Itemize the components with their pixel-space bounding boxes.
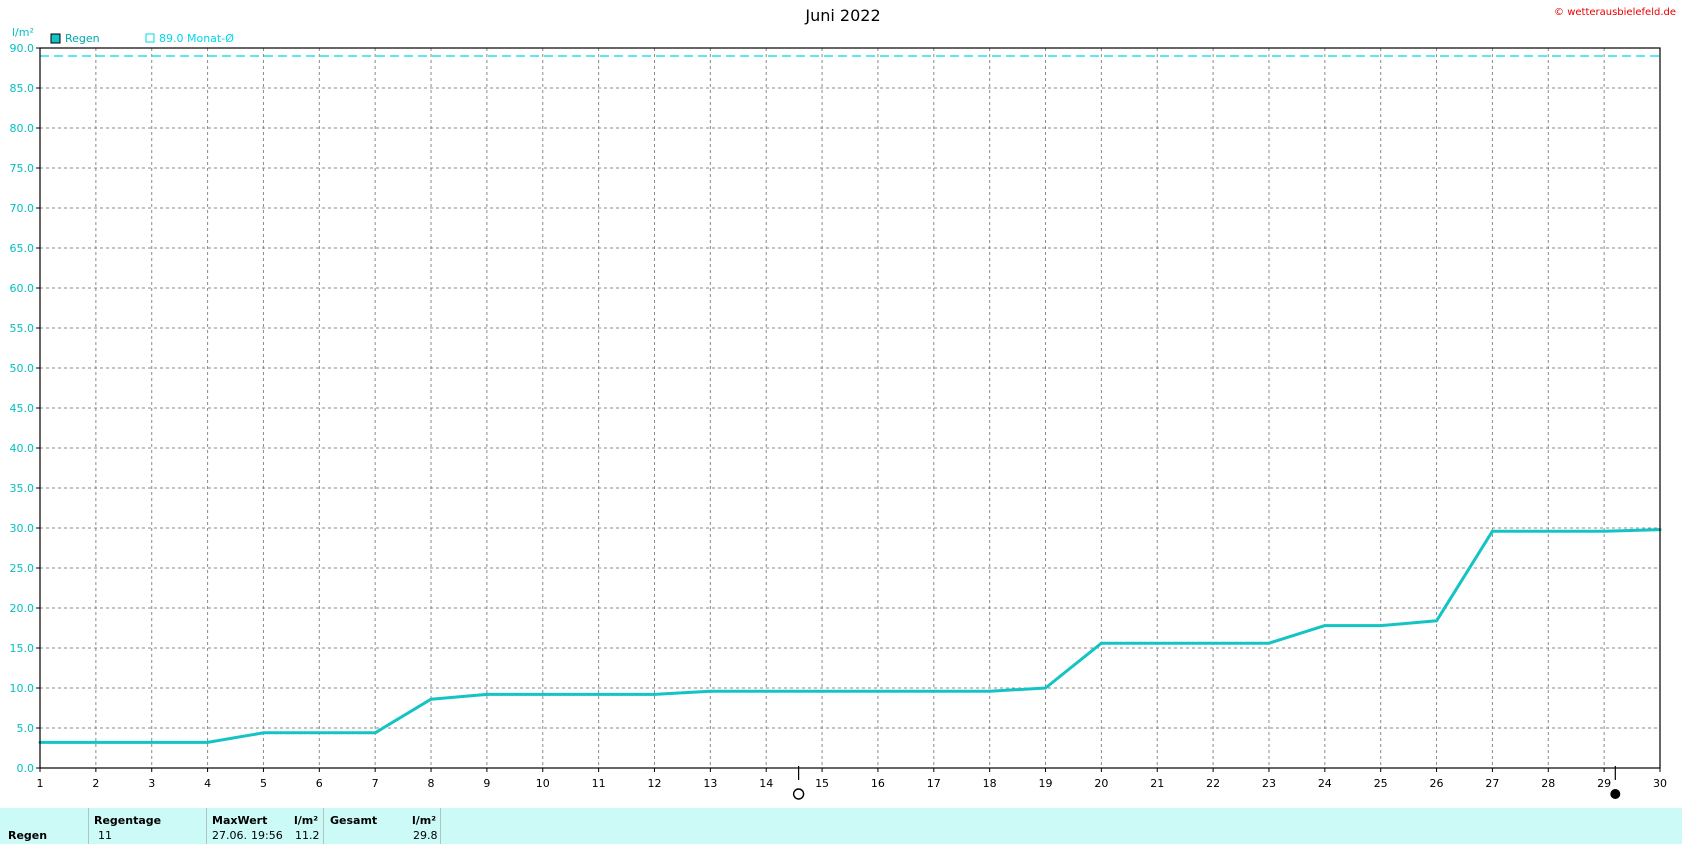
y-tick-label: 5.0: [17, 722, 35, 735]
y-tick-label: 20.0: [10, 602, 35, 615]
x-tick-label: 7: [372, 777, 379, 790]
x-tick-label: 27: [1485, 777, 1499, 790]
series-line-regen: [38, 528, 1662, 744]
x-tick-label: 26: [1430, 777, 1444, 790]
x-tick-label: 18: [983, 777, 997, 790]
x-tick-label: 1: [37, 777, 44, 790]
x-tick-label: 13: [703, 777, 717, 790]
y-tick-label: 75.0: [10, 162, 35, 175]
x-tick-label: 9: [483, 777, 490, 790]
full-moon-icon: [792, 788, 805, 800]
maxwert-time: 19:56: [251, 829, 283, 842]
x-tick-label: 6: [316, 777, 323, 790]
stats-separator: [323, 808, 324, 844]
y-axis-unit: l/m²: [12, 26, 34, 39]
gesamt-value: 29.8: [413, 829, 438, 842]
y-tick-label: 40.0: [10, 442, 35, 455]
maxwert-date: 27.06.: [212, 829, 247, 842]
data-point: [1323, 624, 1327, 627]
x-tick-label: 29: [1597, 777, 1611, 790]
x-tick-label: 12: [647, 777, 661, 790]
maxwert-unit: l/m²: [294, 814, 319, 827]
x-tick-label: 2: [92, 777, 99, 790]
legend-series-swatch: [50, 33, 61, 44]
y-tick-label: 10.0: [10, 682, 35, 695]
data-point: [1099, 641, 1103, 645]
regentage-header: Regentage: [94, 814, 162, 827]
data-point: [1379, 624, 1383, 627]
x-tick-label: 19: [1039, 777, 1053, 790]
x-tick-label: 5: [260, 777, 267, 790]
data-point: [373, 731, 377, 735]
x-tick-label: 30: [1653, 777, 1667, 790]
y-tick-label: 15.0: [10, 642, 35, 655]
x-tick-label: 3: [148, 777, 155, 790]
y-tick-label: 25.0: [10, 562, 35, 575]
data-point: [1267, 641, 1271, 645]
legend-average-swatch: [145, 33, 155, 43]
stats-panel: Regen Regentage 11 MaxWert l/m² 27.06. 1…: [0, 808, 1682, 844]
y-tick-label: 0.0: [17, 762, 35, 775]
data-point: [1435, 619, 1438, 623]
data-point: [485, 693, 489, 696]
y-tick-label: 60.0: [10, 282, 35, 295]
x-tick-label: 11: [592, 777, 606, 790]
chart-title: Juni 2022: [804, 6, 880, 25]
data-point: [206, 741, 209, 744]
y-tick-label: 65.0: [10, 242, 35, 255]
x-tick-label: 16: [871, 777, 885, 790]
x-ticks: 1 2 3 4 5 6 7 8 9 10 11 12 13 14 15 16 17 18 19 20 21 22 23 24 2…: [37, 768, 1667, 790]
data-point: [429, 697, 433, 701]
series-group: [38, 528, 1662, 744]
legend-average-label: 89.0 Monat-Ø: [159, 32, 234, 45]
y-tick-label: 85.0: [10, 82, 35, 95]
stats-separator: [206, 808, 207, 844]
new-moon-icon: [1610, 789, 1621, 799]
gesamt-header: Gesamt: [330, 814, 378, 827]
x-tick-label: 14: [759, 777, 773, 790]
x-tick-label: 15: [815, 777, 829, 790]
rain-chart: Juni 2022 © wetterausbielefeld.de l/m² R…: [10, 6, 1676, 800]
x-tick-label: 4: [204, 777, 211, 790]
data-point: [653, 693, 656, 696]
x-tick-label: 22: [1206, 777, 1220, 790]
y-tick-label: 50.0: [10, 362, 35, 375]
y-tick-label: 90.0: [10, 42, 35, 55]
data-point: [1602, 529, 1606, 533]
copyright-label: © wetterausbielefeld.de: [1554, 7, 1676, 18]
y-tick-label: 30.0: [10, 522, 35, 535]
x-tick-label: 17: [927, 777, 941, 790]
x-tick-label: 25: [1374, 777, 1388, 790]
stats-row-label: Regen: [8, 829, 48, 842]
x-tick-label: 20: [1094, 777, 1108, 790]
x-tick-label: 24: [1318, 777, 1332, 790]
x-tick-label: 8: [428, 777, 435, 790]
gesamt-unit: l/m²: [412, 814, 437, 827]
legend-series-label: Regen: [65, 32, 100, 45]
stats-separator: [88, 808, 89, 844]
data-point: [708, 689, 712, 693]
y-tick-label: 70.0: [10, 202, 35, 215]
data-point: [1491, 529, 1494, 533]
stats-separator: [440, 808, 441, 844]
maxwert-value: 11.2: [295, 829, 320, 842]
x-tick-label: 21: [1150, 777, 1164, 790]
data-point: [988, 689, 992, 693]
x-tick-label: 10: [536, 777, 550, 790]
y-tick-label: 55.0: [10, 322, 35, 335]
data-point: [1044, 686, 1047, 690]
legend: Regen 89.0 Monat-Ø: [50, 32, 234, 45]
data-point: [262, 731, 265, 735]
grid: [40, 48, 1660, 768]
maxwert-header: MaxWert: [212, 814, 268, 827]
y-ticks: 0.0 5.0 10.0 15.0 20.0 25.0 30.0 35.0 40.0 45.0 50…: [10, 42, 40, 775]
x-tick-label: 28: [1541, 777, 1555, 790]
y-tick-label: 35.0: [10, 482, 35, 495]
y-tick-label: 45.0: [10, 402, 35, 415]
regentage-value: 11: [98, 829, 112, 842]
y-tick-label: 80.0: [10, 122, 35, 135]
x-tick-label: 23: [1262, 777, 1276, 790]
